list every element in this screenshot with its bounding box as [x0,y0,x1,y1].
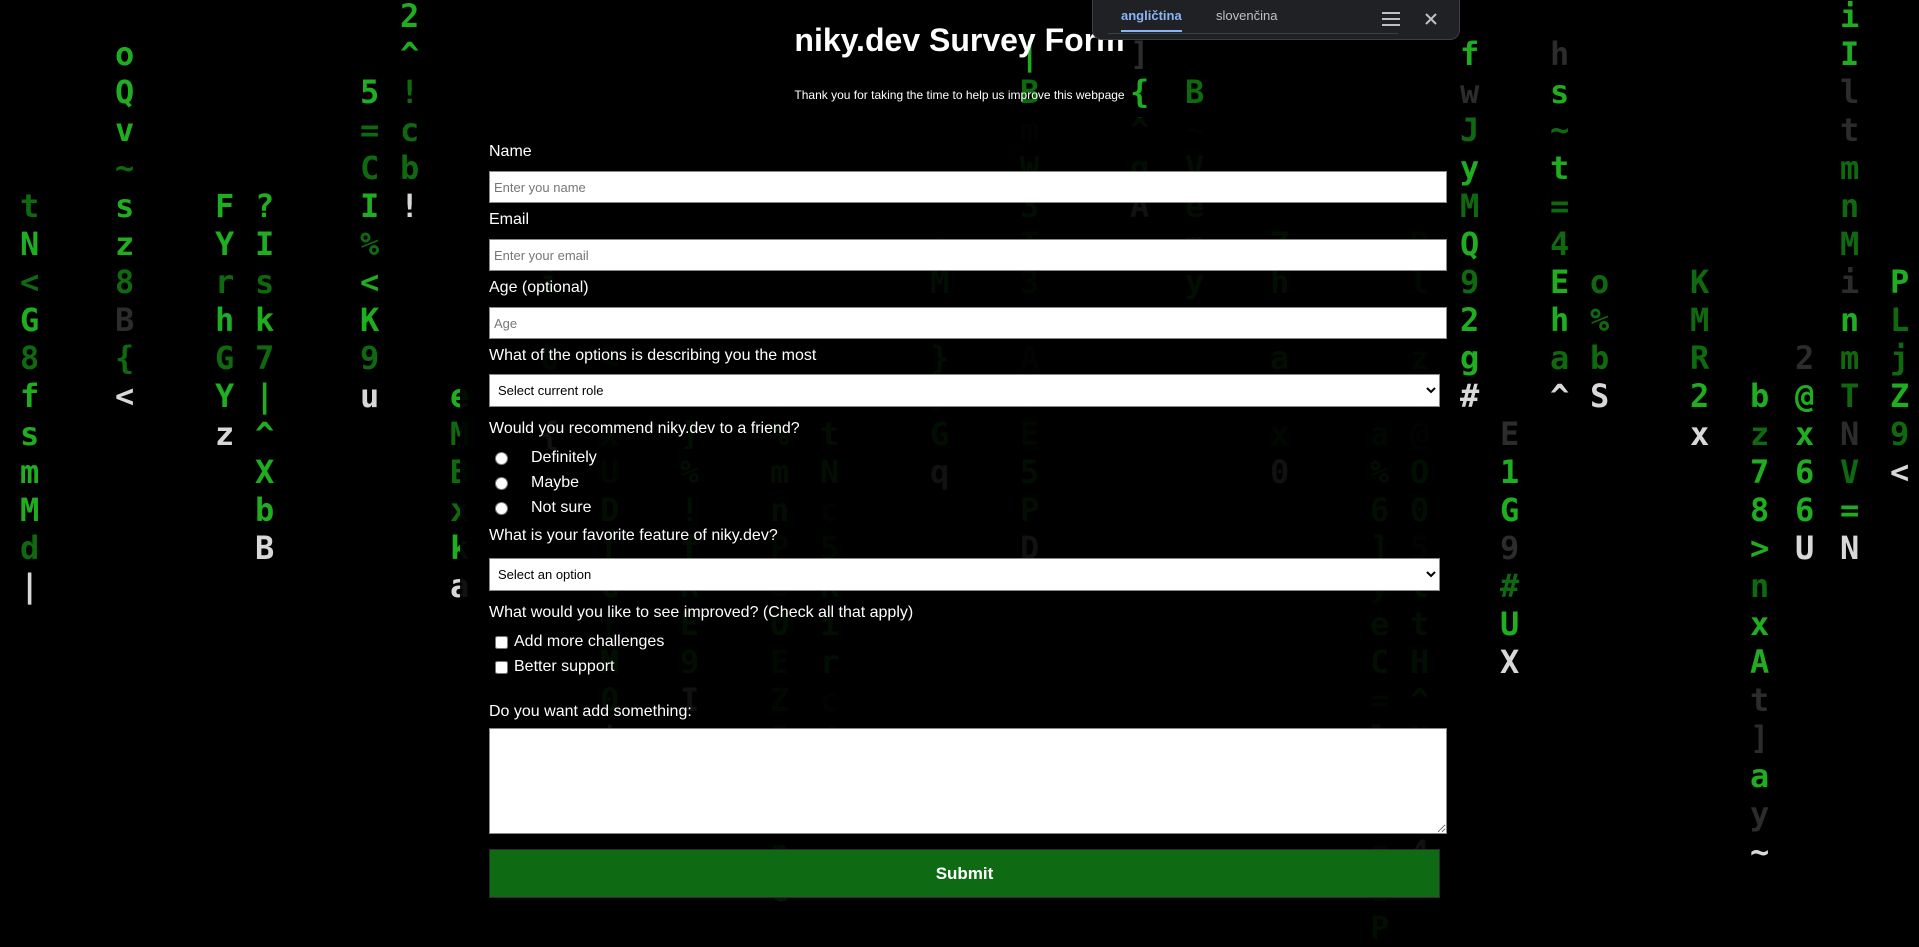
recommend-option-label: Definitely [531,449,597,466]
age-label: Age (optional) [489,279,589,296]
role-select[interactable]: Select current role [489,374,1440,407]
improve-option-label: Add more challenges [514,633,665,650]
improve-option-challenges[interactable]: Add more challenges [495,632,664,652]
recommend-radio-not-sure[interactable] [495,501,508,515]
language-tabs: angličtina slovenčina [1108,0,1398,34]
role-label: What of the options is describing you th… [489,347,817,364]
recommend-option-not-sure[interactable]: Not sure [495,498,591,518]
name-label: Name [489,143,532,160]
recommend-radio-maybe[interactable] [495,476,508,490]
age-input[interactable] [489,307,1447,339]
improve-label: What would you like to see improved? (Ch… [489,604,914,621]
feature-label: What is your favorite feature of niky.de… [489,527,778,544]
improve-checkbox-challenges[interactable] [495,635,508,649]
email-label: Email [489,211,530,228]
recommend-option-label: Maybe [531,474,580,491]
tab-language-slovak[interactable]: slovenčina [1216,8,1277,30]
submit-button[interactable]: Submit [489,849,1440,898]
tab-language-english[interactable]: angličtina [1121,8,1182,32]
feature-select[interactable]: Select an option [489,558,1440,591]
survey-form: Name Email Age (optional) What of the op… [0,0,1919,946]
name-input[interactable] [489,171,1447,203]
email-input[interactable] [489,239,1447,271]
comments-label: Do you want add something: [489,703,692,720]
recommend-option-maybe[interactable]: Maybe [495,473,579,493]
comments-textarea[interactable] [489,728,1447,834]
improve-checkbox-support[interactable] [495,660,508,674]
improve-option-support[interactable]: Better support [495,657,615,677]
improve-option-label: Better support [514,658,615,675]
translate-toolbar: angličtina slovenčina [1092,0,1460,40]
recommend-option-label: Not sure [531,499,592,516]
close-icon[interactable] [1421,9,1441,29]
hamburger-menu-icon[interactable] [1381,9,1401,29]
recommend-label: Would you recommend niky.dev to a friend… [489,420,800,437]
recommend-option-definitely[interactable]: Definitely [495,448,597,468]
recommend-radio-definitely[interactable] [495,451,508,465]
